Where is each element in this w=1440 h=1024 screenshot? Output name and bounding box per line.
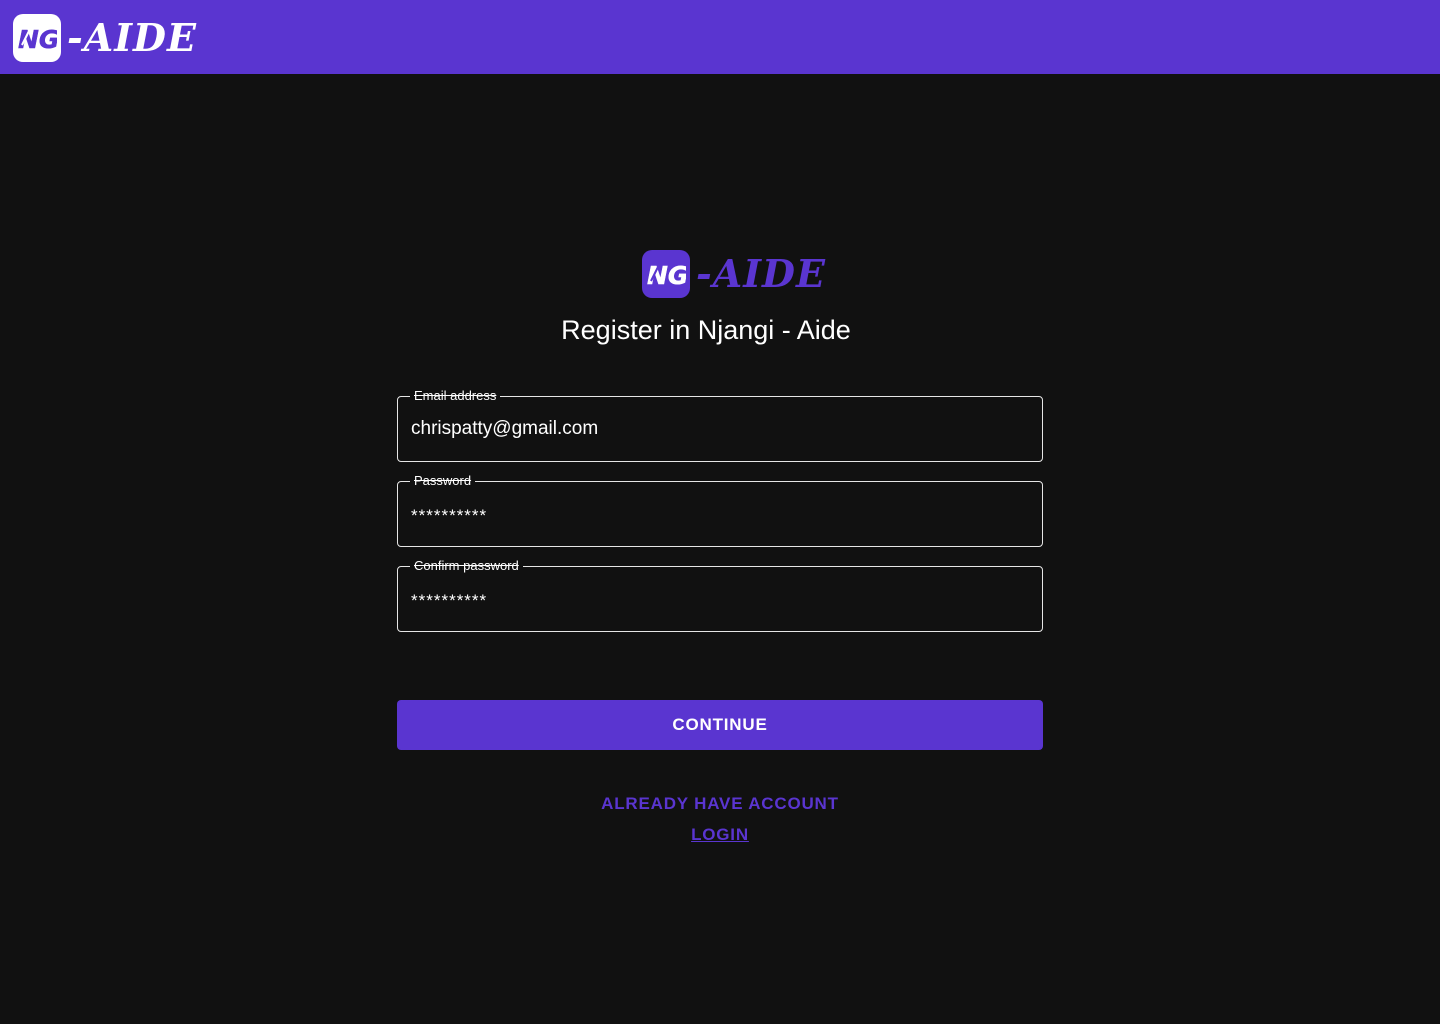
password-field[interactable]: Password **********: [397, 473, 1043, 547]
svg-text:NG: NG: [18, 25, 57, 53]
password-field-value[interactable]: **********: [411, 504, 487, 528]
brand-logo-text: -AIDE: [696, 251, 826, 296]
header-logo[interactable]: NG -AIDE: [13, 14, 197, 62]
ng-logo-icon: NG: [642, 250, 690, 298]
password-field-label: Password: [410, 473, 476, 489]
confirm-password-field-label: Confirm password: [410, 558, 523, 574]
header-logo-text: -AIDE: [67, 15, 197, 60]
confirm-password-field[interactable]: Confirm password **********: [397, 558, 1043, 632]
svg-text:NG: NG: [647, 261, 686, 289]
email-field[interactable]: Email address chrispatty@gmail.com: [397, 388, 1043, 462]
confirm-password-field-value[interactable]: **********: [411, 589, 487, 613]
already-have-account-text: ALREADY HAVE ACCOUNT: [601, 794, 839, 813]
email-field-label: Email address: [410, 388, 501, 404]
email-field-value[interactable]: chrispatty@gmail.com: [411, 417, 598, 441]
top-app-bar: NG -AIDE: [0, 0, 1440, 74]
brand-logo: NG -AIDE: [642, 250, 826, 298]
continue-button[interactable]: CONTINUE: [397, 700, 1043, 750]
login-link[interactable]: LOGIN: [0, 824, 1440, 846]
ng-logo-icon: NG: [13, 14, 61, 62]
page-title: Register in Njangi - Aide: [561, 315, 851, 345]
